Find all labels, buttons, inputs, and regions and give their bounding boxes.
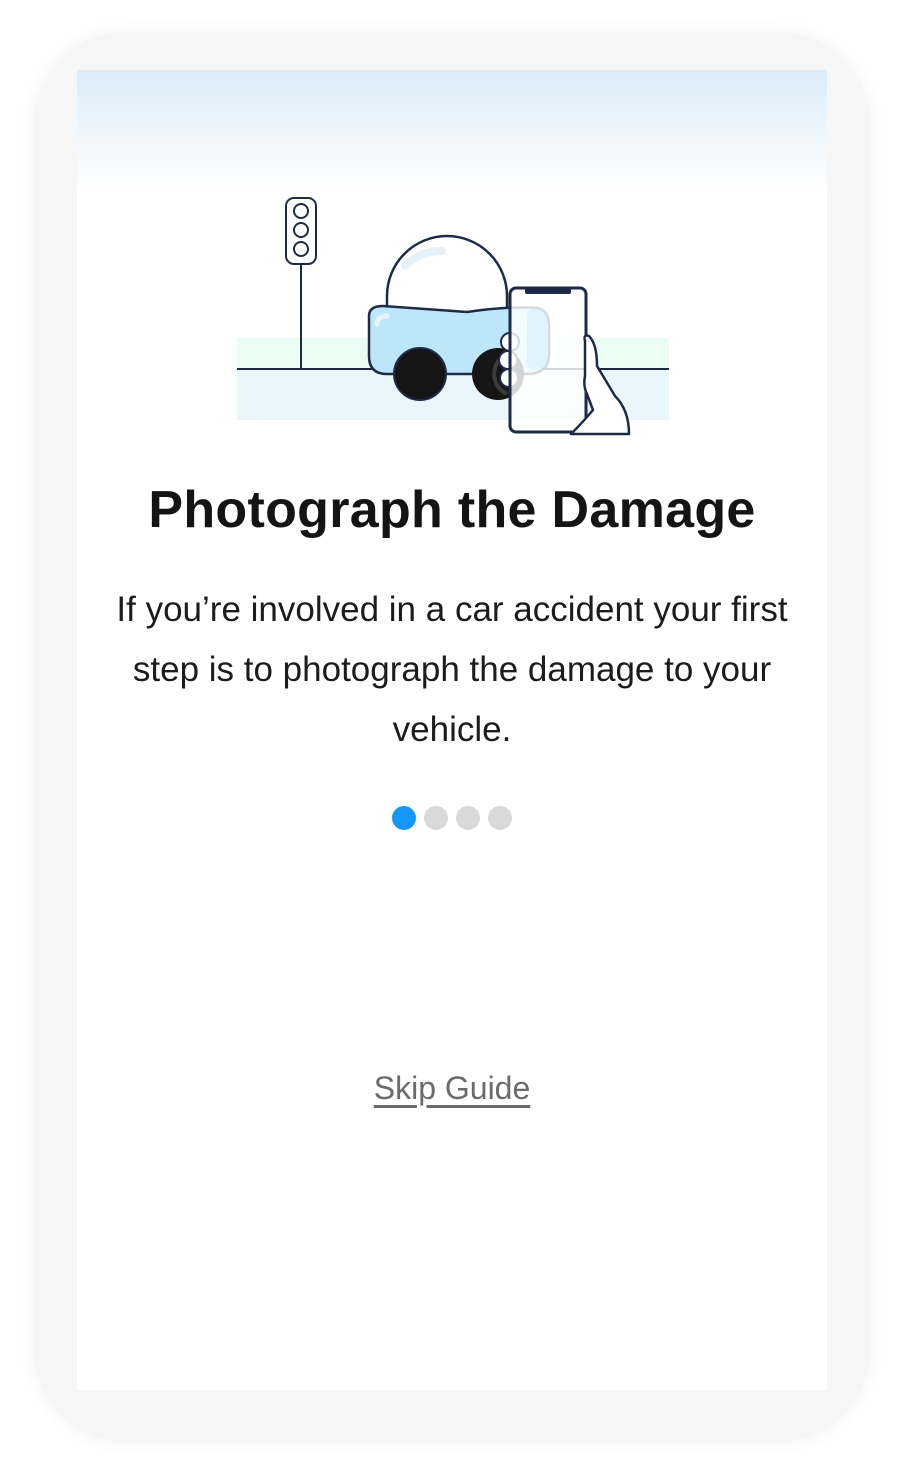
photograph-damage-illustration [237,197,669,436]
pagination-dot[interactable] [424,806,448,830]
smartphone-icon [508,286,588,434]
pagination-dot-active[interactable] [392,806,416,830]
page-description: If you’re involved in a car accident you… [116,590,788,749]
pagination-dot[interactable] [488,806,512,830]
onboarding-screen: Photograph the Damage If you’re involved… [77,70,827,1390]
page-title: Photograph the Damage [148,481,756,539]
header-gradient [77,70,827,190]
pagination-dot[interactable] [456,806,480,830]
skip-guide-link[interactable]: Skip Guide [77,1070,827,1107]
pagination-dots [77,806,827,830]
